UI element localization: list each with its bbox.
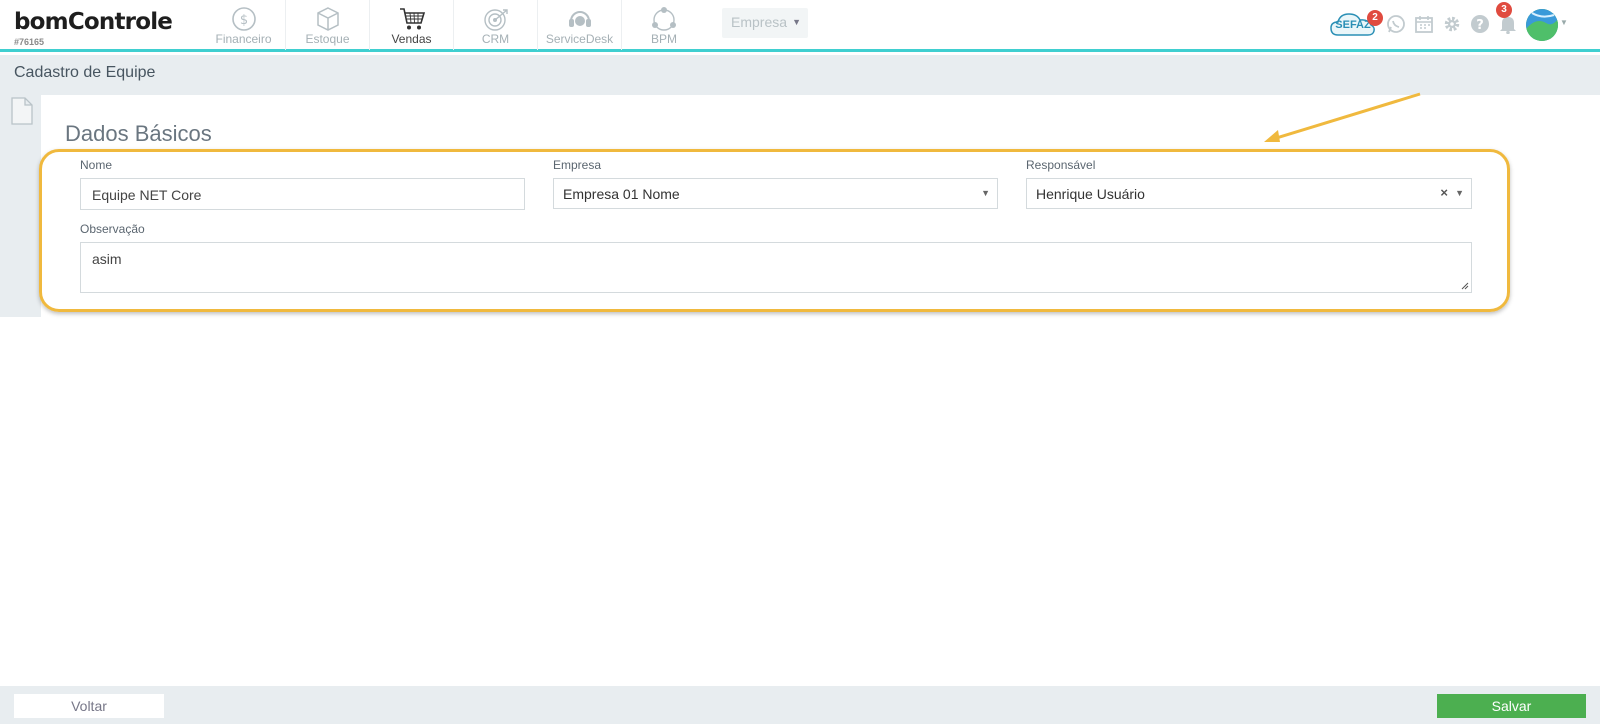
nav-item-servicedesk[interactable]: ServiceDesk xyxy=(538,0,622,50)
notifications-badge: 3 xyxy=(1496,2,1512,18)
page-header: Cadastro de Equipe xyxy=(0,55,1600,95)
nav-label-bpm: BPM xyxy=(650,32,677,46)
sefaz-badge: 2 xyxy=(1367,10,1383,26)
help-icon[interactable]: ? xyxy=(1470,14,1490,34)
nome-label: Nome xyxy=(80,158,113,172)
nav-label-financeiro: Financeiro xyxy=(215,32,272,46)
svg-text:$: $ xyxy=(240,13,248,28)
dollar-coin-icon: $ xyxy=(232,7,256,31)
nome-value: Equipe NET Core xyxy=(92,187,202,203)
observacao-value: asim xyxy=(92,251,122,267)
footer-bar: Voltar Salvar xyxy=(0,686,1600,724)
brand-logo[interactable]: bomControle xyxy=(14,9,173,35)
document-icon[interactable] xyxy=(10,97,34,125)
avatar-caret-icon[interactable]: ▼ xyxy=(1560,18,1568,27)
nav-label-vendas: Vendas xyxy=(391,32,432,46)
user-avatar[interactable] xyxy=(1526,9,1558,41)
nav-label-estoque: Estoque xyxy=(305,32,350,46)
empresa-value: Empresa 01 Nome xyxy=(563,186,680,202)
empresa-global-select[interactable]: Empresa ▼ xyxy=(722,8,808,38)
chevron-down-icon: ▼ xyxy=(1455,188,1464,198)
nav-item-vendas[interactable]: Vendas xyxy=(370,0,454,50)
chevron-down-icon: ▼ xyxy=(981,188,990,198)
avatar-globe-icon xyxy=(1526,9,1558,41)
header-actions: SEFAZ 2 ? 3 ▼ xyxy=(1330,0,1600,50)
responsavel-select[interactable]: Henrique Usuário × ▼ xyxy=(1026,178,1472,209)
clear-icon[interactable]: × xyxy=(1440,185,1448,200)
nav-item-crm[interactable]: CRM xyxy=(454,0,538,50)
side-rail xyxy=(0,95,41,317)
nav-label-servicedesk: ServiceDesk xyxy=(545,32,614,46)
annotation-arrow-icon xyxy=(1264,92,1421,142)
account-id: #76165 xyxy=(14,37,45,47)
responsavel-label: Responsável xyxy=(1026,158,1096,172)
sefaz-button[interactable]: SEFAZ 2 xyxy=(1330,10,1383,37)
process-circle-icon xyxy=(652,7,676,31)
notifications-button[interactable]: 3 xyxy=(1496,2,1518,35)
nav-item-financeiro[interactable]: $ Financeiro xyxy=(202,0,286,50)
gear-icon[interactable] xyxy=(1442,14,1462,34)
save-button[interactable]: Salvar xyxy=(1437,694,1586,718)
top-navbar: bomControle #76165 $ Financeiro Estoque … xyxy=(0,0,1600,52)
headset-icon xyxy=(569,11,591,27)
page-title: Cadastro de Equipe xyxy=(14,64,156,81)
empresa-global-value: Empresa xyxy=(731,14,788,30)
calendar-icon[interactable] xyxy=(1414,14,1434,34)
resize-handle-icon[interactable] xyxy=(1461,282,1469,290)
target-icon xyxy=(484,9,508,31)
section-title: Dados Básicos xyxy=(65,121,212,146)
module-nav: $ Financeiro Estoque Vendas CRM ServiceD… xyxy=(202,0,706,50)
nav-item-bpm[interactable]: BPM xyxy=(622,0,706,50)
observacao-label: Observação xyxy=(80,222,145,236)
whatsapp-icon[interactable] xyxy=(1386,14,1406,34)
svg-text:?: ? xyxy=(1476,18,1484,33)
empresa-label: Empresa xyxy=(553,158,602,172)
responsavel-value: Henrique Usuário xyxy=(1036,186,1145,202)
back-button[interactable]: Voltar xyxy=(14,694,164,718)
nome-input[interactable]: Equipe NET Core xyxy=(80,178,525,210)
shopping-cart-icon xyxy=(400,8,426,30)
nav-item-estoque[interactable]: Estoque xyxy=(286,0,370,50)
observacao-textarea[interactable]: asim xyxy=(80,242,1472,293)
chevron-down-icon: ▼ xyxy=(792,17,801,27)
empresa-select[interactable]: Empresa 01 Nome ▼ xyxy=(553,178,998,209)
box-icon xyxy=(317,7,339,31)
nav-label-crm: CRM xyxy=(481,32,510,46)
